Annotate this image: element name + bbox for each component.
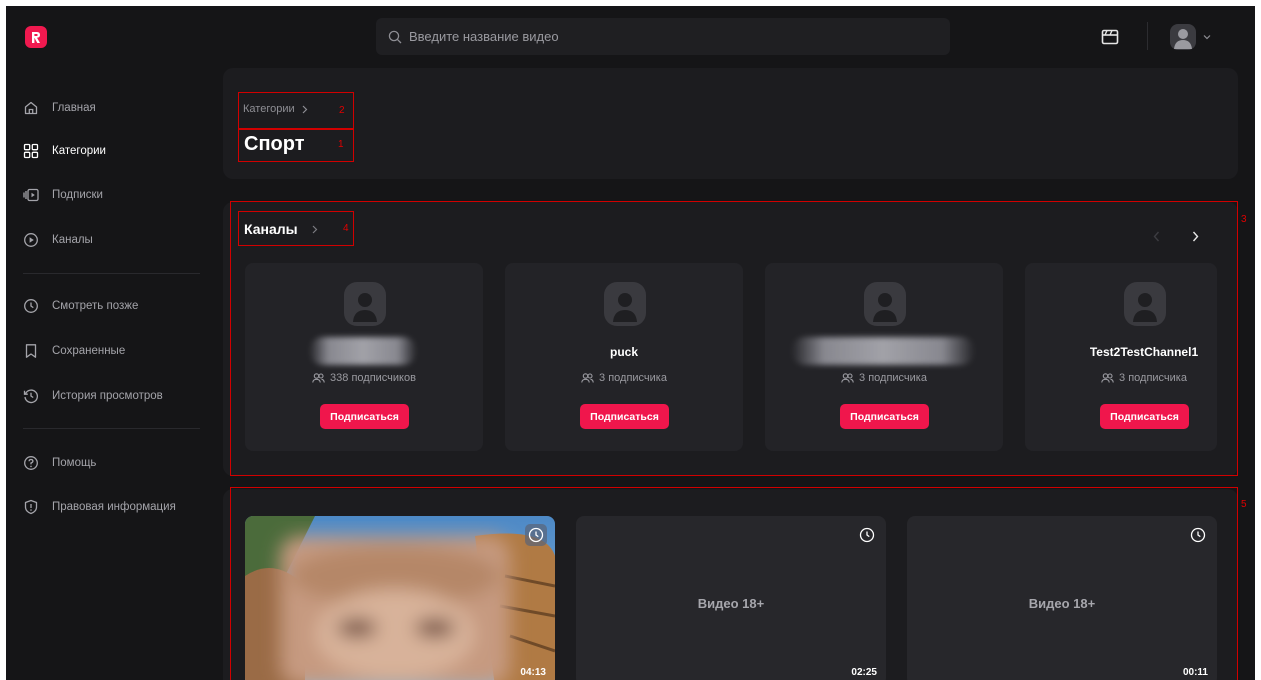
search-bar[interactable] (376, 18, 950, 55)
sidebar-item-label: Правовая информация (52, 501, 176, 513)
video-duration: 04:13 (520, 667, 546, 678)
channel-subscribers: 3 подписчика (765, 372, 1003, 384)
subscriber-count: 3 подписчика (599, 372, 667, 384)
sidebar-item-watch-later[interactable]: Смотреть позже (23, 291, 208, 321)
users-icon (841, 373, 854, 383)
subscribe-button[interactable]: Подписаться (1100, 404, 1189, 429)
subscriptions-icon (23, 187, 39, 203)
sidebar-item-label: Смотреть позже (52, 300, 139, 312)
channel-subscribers: 3 подписчика (505, 372, 743, 384)
help-icon (23, 455, 39, 471)
annotation-label-1: 1 (338, 139, 344, 150)
grid-icon (23, 143, 39, 159)
account-menu-button[interactable] (1170, 23, 1220, 51)
sidebar: Главная Категории Подписки Каналы Смотре… (6, 68, 216, 680)
channel-avatar-icon (864, 282, 906, 326)
subscriber-count: 3 подписчика (1119, 372, 1187, 384)
sidebar-item-history[interactable]: История просмотров (23, 381, 208, 411)
app-window: Главная Категории Подписки Каналы Смотре… (6, 6, 1255, 680)
subscriber-count: 3 подписчика (859, 372, 927, 384)
video-duration: 00:11 (1182, 667, 1208, 678)
clock-icon[interactable] (1189, 526, 1207, 544)
avatar-icon (1170, 24, 1196, 50)
subscriber-count: 338 подписчиков (330, 372, 416, 384)
clock-icon[interactable] (858, 526, 876, 544)
subscribe-button[interactable]: Подписаться (840, 404, 929, 429)
chevron-right-icon (312, 225, 317, 233)
blurred-channel-name (309, 337, 417, 365)
clock-icon (528, 527, 544, 543)
video-card[interactable]: Видео 18+ 02:25 (576, 516, 886, 680)
subscribe-button[interactable]: Подписаться (320, 404, 409, 429)
breadcrumb[interactable]: Категории (243, 103, 308, 115)
topbar-divider (1147, 22, 1148, 50)
carousel-prev-button[interactable] (1148, 228, 1164, 244)
sidebar-divider (23, 428, 200, 429)
channel-subscribers: 338 подписчиков (245, 372, 483, 384)
play-circle-icon (23, 232, 39, 248)
sidebar-item-saved[interactable]: Сохраненные (23, 336, 208, 366)
annotation-label-4: 4 (343, 223, 349, 234)
channel-avatar-icon (604, 282, 646, 326)
top-bar (6, 6, 1255, 68)
channel-card[interactable]: Test2TestChannel1 3 подписчика Подписать… (1025, 263, 1217, 451)
users-icon (1101, 373, 1114, 383)
sidebar-item-help[interactable]: Помощь (23, 448, 208, 478)
search-icon (388, 30, 402, 43)
channels-title-label: Каналы (244, 221, 298, 237)
watch-later-button[interactable] (525, 524, 547, 546)
logo-icon[interactable] (25, 26, 47, 48)
sidebar-item-label: Категории (52, 145, 106, 157)
chevron-down-icon (1203, 35, 1211, 40)
home-icon (23, 100, 39, 116)
users-icon (312, 373, 325, 383)
channel-card[interactable]: 338 подписчиков Подписаться (245, 263, 483, 451)
channel-avatar-icon (1124, 282, 1166, 326)
video-duration: 02:25 (851, 667, 877, 678)
channel-avatar-icon (344, 282, 386, 326)
annotation-label-3: 3 (1241, 214, 1247, 225)
video-card[interactable]: 04:13 (245, 516, 555, 680)
chevron-right-icon (302, 105, 307, 113)
bookmark-icon (23, 343, 39, 359)
channel-name[interactable]: Test2TestChannel1 (1025, 345, 1255, 359)
channel-subscribers: 3 подписчика (1025, 372, 1255, 384)
sidebar-item-home[interactable]: Главная (23, 93, 208, 123)
page-title: Спорт (244, 133, 305, 155)
sidebar-item-legal[interactable]: Правовая информация (23, 492, 208, 522)
channel-card[interactable]: 3 подписчика Подписаться (765, 263, 1003, 451)
age-restricted-label: Видео 18+ (697, 596, 765, 611)
sidebar-item-label: История просмотров (52, 390, 163, 402)
category-header-panel (223, 68, 1238, 179)
sidebar-item-label: Помощь (52, 457, 97, 469)
blurred-channel-name (791, 337, 975, 365)
sidebar-item-label: Главная (52, 102, 96, 114)
sidebar-item-subscriptions[interactable]: Подписки (23, 180, 208, 210)
carousel-next-button[interactable] (1187, 228, 1203, 244)
sidebar-divider (23, 273, 200, 274)
age-restricted-label: Видео 18+ (1028, 596, 1096, 611)
sidebar-item-label: Подписки (52, 189, 103, 201)
video-card[interactable]: Видео 18+ 00:11 (907, 516, 1217, 680)
channel-card[interactable]: puck 3 подписчика Подписаться (505, 263, 743, 451)
video-thumbnail (245, 516, 555, 680)
subscribe-button[interactable]: Подписаться (580, 404, 669, 429)
shield-icon (23, 499, 39, 515)
annotation-label-2: 2 (339, 105, 345, 116)
sidebar-item-categories[interactable]: Категории (23, 136, 208, 166)
breadcrumb-link[interactable]: Категории (243, 103, 295, 115)
search-input[interactable] (409, 29, 909, 44)
clapperboard-icon[interactable] (1100, 27, 1120, 47)
history-icon (23, 388, 39, 404)
sidebar-item-channels[interactable]: Каналы (23, 225, 208, 255)
clock-icon (23, 298, 39, 314)
channels-section-title[interactable]: Каналы (244, 221, 318, 237)
sidebar-item-label: Сохраненные (52, 345, 126, 357)
annotation-label-5: 5 (1241, 499, 1247, 510)
users-icon (581, 373, 594, 383)
sidebar-item-label: Каналы (52, 234, 93, 246)
channel-name[interactable]: puck (505, 345, 743, 359)
